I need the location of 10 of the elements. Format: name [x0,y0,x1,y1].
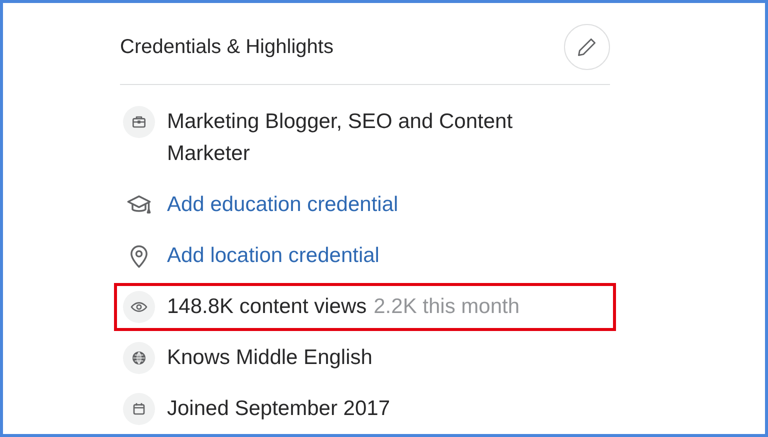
credential-text: 148.8K content views [167,294,367,320]
credential-link[interactable]: Add location credential [167,240,380,272]
edit-button[interactable] [564,24,610,70]
monthly-views-text: 2.2K this month [374,294,520,320]
section-title: Credentials & Highlights [120,35,334,59]
credential-text: Knows Middle English [167,345,372,371]
credential-text: Joined September 2017 [167,396,390,422]
pencil-icon [576,36,598,58]
credential-text: Marketing Blogger, SEO and Content Marketer [167,109,514,167]
credential-link[interactable]: Add education credential [167,189,398,221]
